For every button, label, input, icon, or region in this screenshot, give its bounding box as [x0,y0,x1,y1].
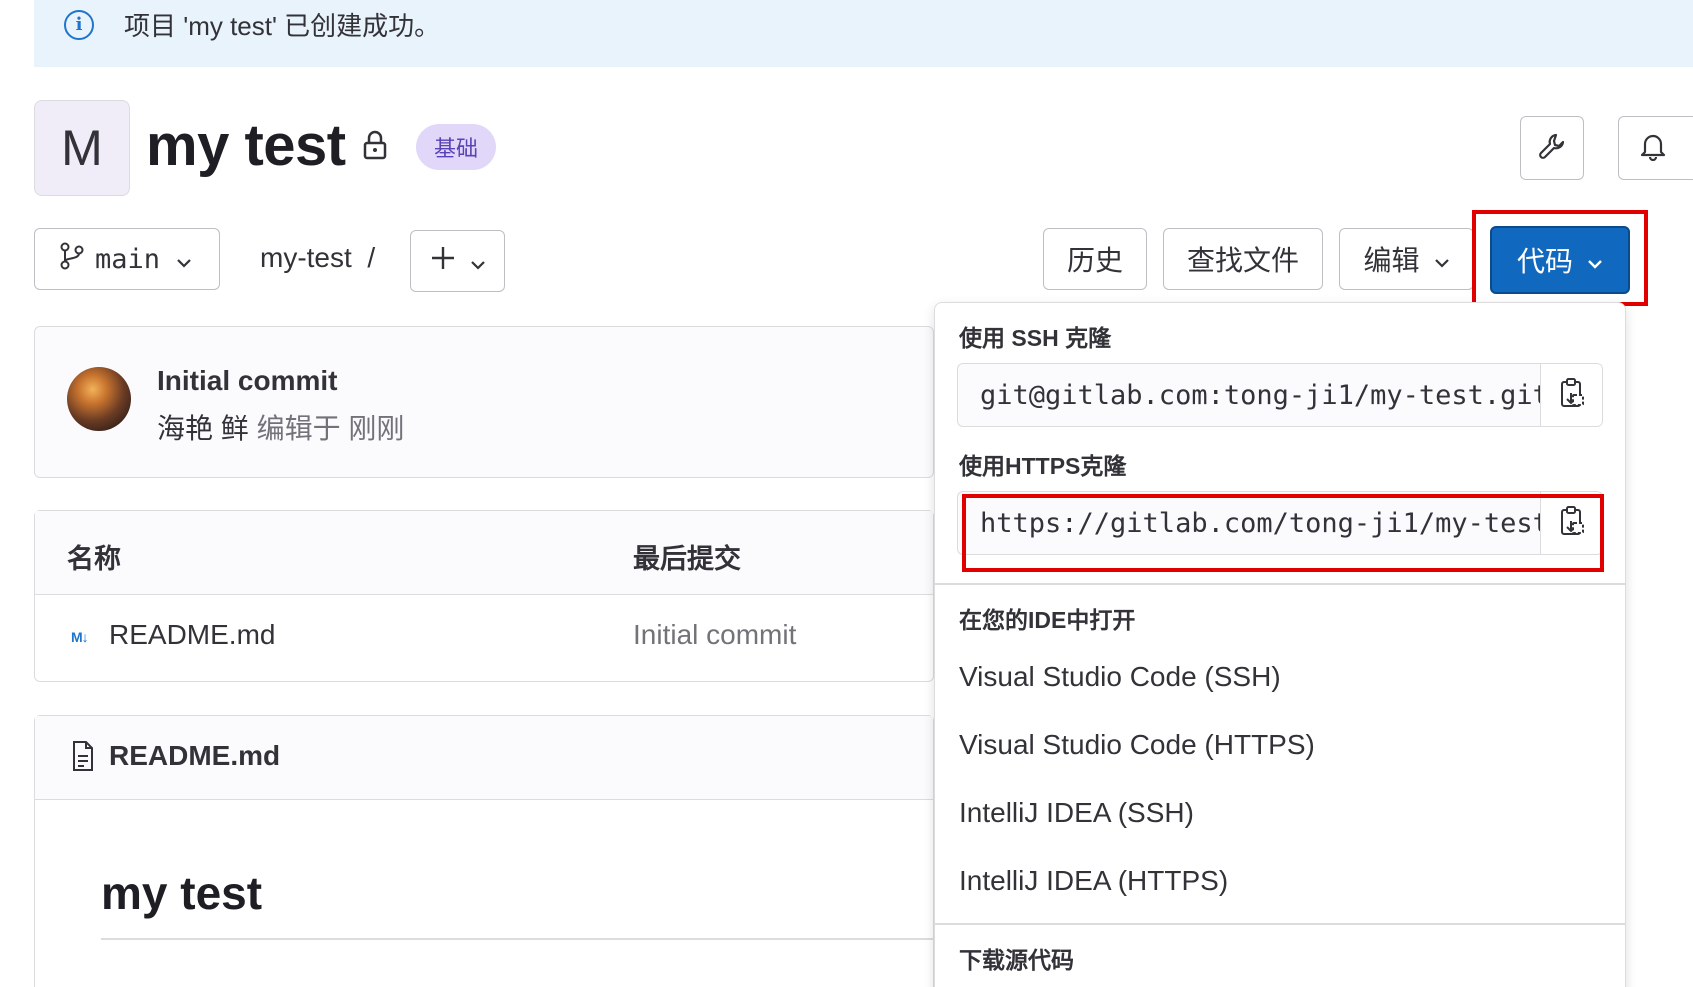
ide-item-vscode-ssh[interactable]: Visual Studio Code (SSH) [959,661,1281,693]
clone-dropdown: 使用 SSH 克隆 git@gitlab.com:tong-ji1/my-tes… [934,302,1626,987]
clipboard-icon [1559,505,1585,542]
file-icon [71,740,95,777]
branch-icon [59,242,85,277]
project-title: my test [146,113,346,178]
add-file-button[interactable] [410,230,505,292]
breadcrumb-path[interactable]: my-test / [260,242,375,274]
settings-button[interactable] [1520,116,1584,180]
readme-header: README.md [35,716,933,800]
file-last-commit[interactable]: Initial commit [633,619,796,651]
ssh-url-value[interactable]: git@gitlab.com:tong-ji1/my-test.git [958,364,1540,426]
readme-heading: my test [101,867,263,919]
copy-https-button[interactable] [1540,492,1602,554]
chevron-down-icon [1587,244,1603,276]
divider [935,923,1625,925]
ide-item-intellij-ssh[interactable]: IntelliJ IDEA (SSH) [959,797,1194,829]
download-source-title: 下载源代码 [959,947,1074,973]
column-header-name: 名称 [67,544,121,574]
file-name[interactable]: README.md [109,619,275,651]
edit-button[interactable]: 编辑 [1339,228,1474,290]
visibility-badge: 基础 [416,124,496,170]
copy-ssh-button[interactable] [1540,364,1602,426]
commit-meta: 海艳 鲜 编辑于 刚刚 [157,407,404,447]
project-avatar: M [34,100,130,196]
plus-icon [430,245,456,278]
file-table: 名称 最后提交 M↓ README.md Initial commit [34,510,934,682]
success-alert: i 项目 'my test' 已创建成功。 [34,0,1693,67]
find-file-button[interactable]: 查找文件 [1163,228,1323,290]
commit-title[interactable]: Initial commit [157,365,337,397]
ssh-url-field[interactable]: git@gitlab.com:tong-ji1/my-test.git [957,363,1603,427]
code-button[interactable]: 代码 [1490,226,1630,294]
divider [935,583,1625,585]
info-icon: i [64,9,94,40]
commit-author[interactable]: 海艳 鲜 [157,413,249,444]
markdown-icon: M↓ [71,629,89,645]
avatar[interactable] [67,367,131,431]
chevron-down-icon [176,244,192,275]
wrench-icon [1537,131,1567,166]
ssh-clone-title: 使用 SSH 克隆 [959,325,1112,351]
branch-name: main [95,243,161,275]
file-table-header: 名称 最后提交 [35,511,933,595]
clipboard-icon [1559,377,1585,414]
ide-item-vscode-https[interactable]: Visual Studio Code (HTTPS) [959,729,1315,761]
last-commit-panel: Initial commit 海艳 鲜 编辑于 刚刚 [34,326,934,478]
project-page: i 项目 'my test' 已创建成功。 M my test 基础 main … [0,0,1693,987]
bell-icon [1639,131,1667,166]
branch-selector[interactable]: main [34,228,220,290]
ide-item-intellij-https[interactable]: IntelliJ IDEA (HTTPS) [959,865,1228,897]
https-clone-title: 使用HTTPS克隆 [959,453,1127,479]
column-header-last-commit: 最后提交 [633,544,741,574]
table-row[interactable]: M↓ README.md Initial commit [35,595,933,681]
divider [101,938,935,940]
ide-open-title: 在您的IDE中打开 [959,607,1136,633]
chevron-down-icon [470,245,486,277]
edit-label: 编辑 [1363,245,1420,276]
commit-time: 编辑于 刚刚 [256,413,405,444]
https-url-field[interactable]: https://gitlab.com/tong-ji1/my-test.git [957,491,1603,555]
readme-panel: README.md my test [34,715,935,987]
readme-file-name[interactable]: README.md [109,740,280,772]
history-button[interactable]: 历史 [1043,228,1147,290]
chevron-down-icon [1434,243,1450,275]
code-label: 代码 [1516,246,1573,277]
notification-button[interactable] [1618,116,1693,180]
alert-text: 项目 'my test' 已创建成功。 [124,11,441,41]
lock-icon [362,130,388,165]
https-url-value[interactable]: https://gitlab.com/tong-ji1/my-test.git [958,492,1540,554]
